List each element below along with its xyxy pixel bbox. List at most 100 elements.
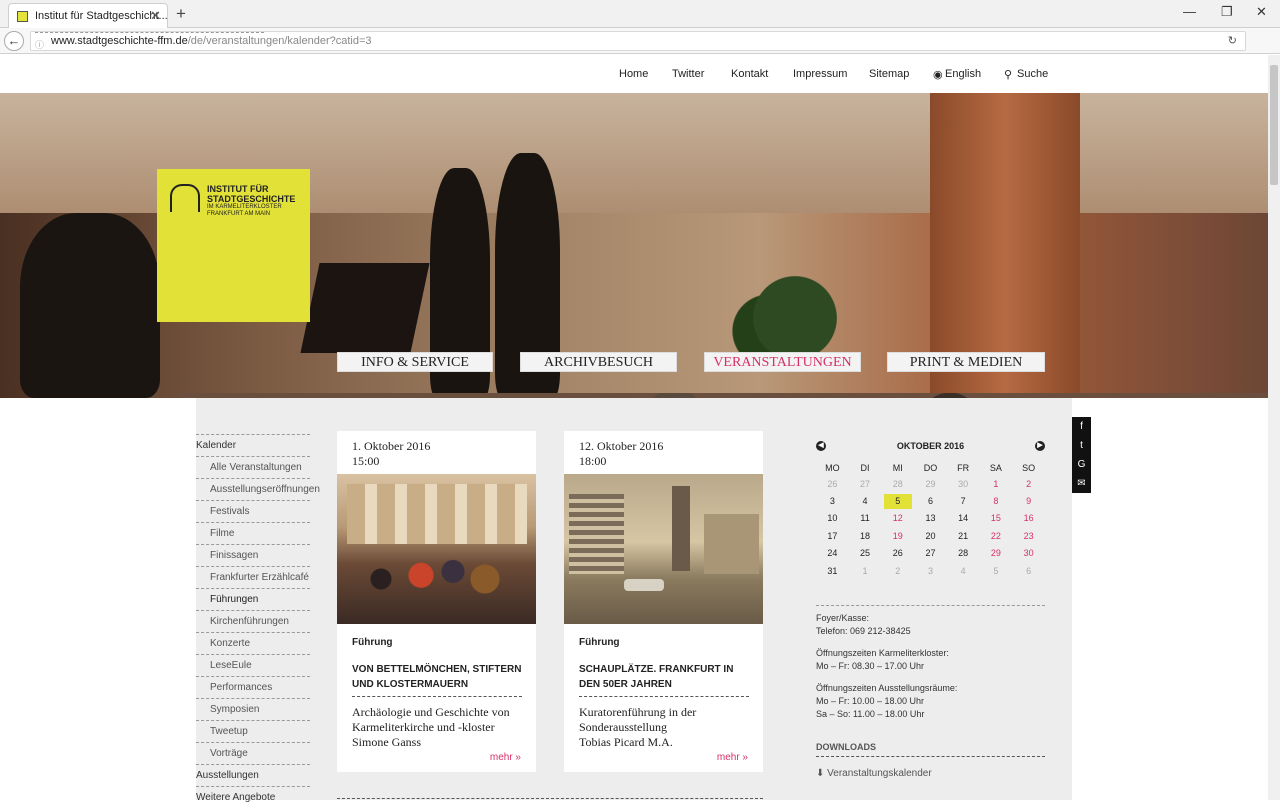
browser-tab[interactable]: Institut für Stadtgeschicht... ✕ <box>8 3 168 28</box>
info-icon[interactable]: ⓘ <box>35 32 264 52</box>
sidebar-item-symposien[interactable]: Symposien <box>196 698 310 720</box>
downloads-heading: DOWNLOADS <box>816 742 1045 757</box>
calendar-day-label: 9 <box>1026 496 1032 507</box>
twitter-icon[interactable]: t <box>1072 436 1091 455</box>
calendar-day[interactable]: 28 <box>947 545 980 562</box>
more-link[interactable]: mehr » <box>717 752 748 763</box>
calendar-day[interactable]: 1 <box>980 475 1013 492</box>
sidebar-item-konzerte[interactable]: Konzerte <box>196 632 310 654</box>
calendar-day: 27 <box>849 475 882 492</box>
sidebar-item-festivals[interactable]: Festivals <box>196 500 310 522</box>
url-field[interactable]: ⓘ www.stadtgeschichte-ffm.de/de/veransta… <box>30 31 1246 51</box>
calendar-day[interactable]: 16 <box>1012 510 1045 527</box>
institute-logo[interactable]: INSTITUT FÜR STADTGESCHICHTE IM KARMELITE… <box>157 169 310 322</box>
nav-twitter[interactable]: Twitter <box>672 68 704 80</box>
reload-icon[interactable]: ↻ <box>1228 32 1237 50</box>
calendar-day[interactable]: 6 <box>914 492 947 509</box>
calendar-day[interactable]: 29 <box>980 545 1013 562</box>
mainnav-veranstaltungen[interactable]: VERANSTALTUNGEN <box>704 352 861 372</box>
calendar-day[interactable]: 4 <box>849 492 882 509</box>
calendar-day[interactable]: 10 <box>816 510 849 527</box>
logo-line4: FRANKFURT AM MAIN <box>207 211 271 217</box>
calendar-day[interactable]: 13 <box>914 510 947 527</box>
calendar-day[interactable]: 9 <box>1012 492 1045 509</box>
globe-icon: ◉ <box>933 69 943 81</box>
facebook-icon[interactable]: f <box>1072 417 1091 436</box>
event-card[interactable]: 1. Oktober 2016 15:00 Führung VON BETTELM… <box>337 431 536 772</box>
nav-impressum[interactable]: Impressum <box>793 68 847 80</box>
calendar-day: 4 <box>947 562 980 579</box>
calendar-day[interactable]: 25 <box>849 545 882 562</box>
sidebar-item-vortraege[interactable]: Vorträge <box>196 742 310 764</box>
event-card[interactable]: 12. Oktober 2016 18:00 Führung SCHAUPLÄTZ… <box>564 431 763 772</box>
calendar-day[interactable]: 19 <box>881 527 914 544</box>
sidebar-item-finissagen[interactable]: Finissagen <box>196 544 310 566</box>
minimize-icon[interactable]: — <box>1183 4 1196 19</box>
page-scrollbar[interactable] <box>1268 55 1280 800</box>
calendar-day: 28 <box>881 475 914 492</box>
new-tab-icon[interactable]: + <box>176 4 186 24</box>
more-link[interactable]: mehr » <box>490 752 521 763</box>
calendar-day[interactable]: 22 <box>980 527 1013 544</box>
event-photo[interactable] <box>564 474 763 624</box>
sidebar-item-erzaehlcafe[interactable]: Frankfurter Erzählcafé <box>196 566 310 588</box>
mainnav-info-service[interactable]: INFO & SERVICE <box>337 352 493 372</box>
nav-suche[interactable]: Suche <box>1017 68 1048 80</box>
calendar-day[interactable]: 2 <box>1012 475 1045 492</box>
calendar-day[interactable]: 3 <box>816 492 849 509</box>
ausst-hours-1: Mo – Fr: 10.00 – 18.00 Uhr <box>816 696 925 706</box>
kloster-label: Öffnungszeiten Karmeliterkloster: <box>816 648 949 658</box>
scroll-thumb[interactable] <box>1270 65 1278 185</box>
nav-home[interactable]: Home <box>619 68 648 80</box>
event-title[interactable]: VON BETTELMÖNCHEN, STIFTERN UND KLOSTERM… <box>352 662 522 697</box>
calendar-day[interactable]: 30 <box>1012 545 1045 562</box>
sidebar-item-ausstellungen[interactable]: Ausstellungen <box>196 764 310 786</box>
weekday-header: FR <box>957 463 970 473</box>
calendar-day[interactable]: 26 <box>881 545 914 562</box>
sidebar-head-kalender[interactable]: Kalender <box>196 434 310 456</box>
maximize-icon[interactable]: ❐ <box>1221 4 1233 20</box>
nav-kontakt[interactable]: Kontakt <box>731 68 768 80</box>
sidebar-item-leseeule[interactable]: LeseEule <box>196 654 310 676</box>
sidebar-item-filme[interactable]: Filme <box>196 522 310 544</box>
mainnav-print-medien[interactable]: PRINT & MEDIEN <box>887 352 1045 372</box>
calendar-day[interactable]: 31 <box>816 562 849 579</box>
mail-icon[interactable]: ✉ <box>1072 474 1091 493</box>
sidebar-item-performances[interactable]: Performances <box>196 676 310 698</box>
calendar-day[interactable]: 24 <box>816 545 849 562</box>
calendar-day-label: 12 <box>892 513 903 524</box>
calendar-day[interactable]: 11 <box>849 510 882 527</box>
calendar-day[interactable]: 7 <box>947 492 980 509</box>
nav-sitemap[interactable]: Sitemap <box>869 68 909 80</box>
event-title[interactable]: SCHAUPLÄTZE. FRANKFURT IN DEN 50ER JAHRE… <box>579 662 749 697</box>
nav-english[interactable]: English <box>945 68 981 80</box>
calendar-day[interactable]: 17 <box>816 527 849 544</box>
google-icon[interactable]: G <box>1072 455 1091 474</box>
close-window-icon[interactable]: ✕ <box>1256 4 1267 20</box>
sidebar-item-fuehrungen[interactable]: Führungen <box>196 588 310 610</box>
calendar-day-today[interactable]: 5 <box>881 492 914 509</box>
sidebar-item-weitere[interactable]: Weitere Angebote <box>196 786 310 808</box>
back-icon[interactable]: ← <box>4 31 24 51</box>
calendar-widget: ◀ OKTOBER 2016 ▶ MO DI MI DO FR SA SO 26 27 28 29… <box>816 438 1045 579</box>
sidebar-item-tweetup[interactable]: Tweetup <box>196 720 310 742</box>
calendar-day[interactable]: 20 <box>914 527 947 544</box>
next-month-icon[interactable]: ▶ <box>1035 441 1045 451</box>
event-photo[interactable] <box>337 474 536 624</box>
calendar-day[interactable]: 12 <box>881 510 914 527</box>
calendar-day[interactable]: 14 <box>947 510 980 527</box>
mainnav-archivbesuch[interactable]: ARCHIVBESUCH <box>520 352 677 372</box>
calendar-day[interactable]: 21 <box>947 527 980 544</box>
sidebar-item-ausstellungseroeffnungen[interactable]: Ausstellungseröffnungen <box>196 478 320 500</box>
sidebar-item-alle[interactable]: Alle Veranstaltungen <box>196 456 310 478</box>
calendar-month: OKTOBER 2016 <box>896 441 965 451</box>
calendar-day[interactable]: 27 <box>914 545 947 562</box>
close-tab-icon[interactable]: ✕ <box>150 8 161 24</box>
sidebar-item-kirchenfuehrungen[interactable]: Kirchenführungen <box>196 610 310 632</box>
calendar-day[interactable]: 8 <box>980 492 1013 509</box>
calendar-day[interactable]: 18 <box>849 527 882 544</box>
calendar-day[interactable]: 23 <box>1012 527 1045 544</box>
download-link[interactable]: ⬇ Veranstaltungskalender <box>816 768 932 779</box>
prev-month-icon[interactable]: ◀ <box>816 441 826 451</box>
calendar-day[interactable]: 15 <box>980 510 1013 527</box>
